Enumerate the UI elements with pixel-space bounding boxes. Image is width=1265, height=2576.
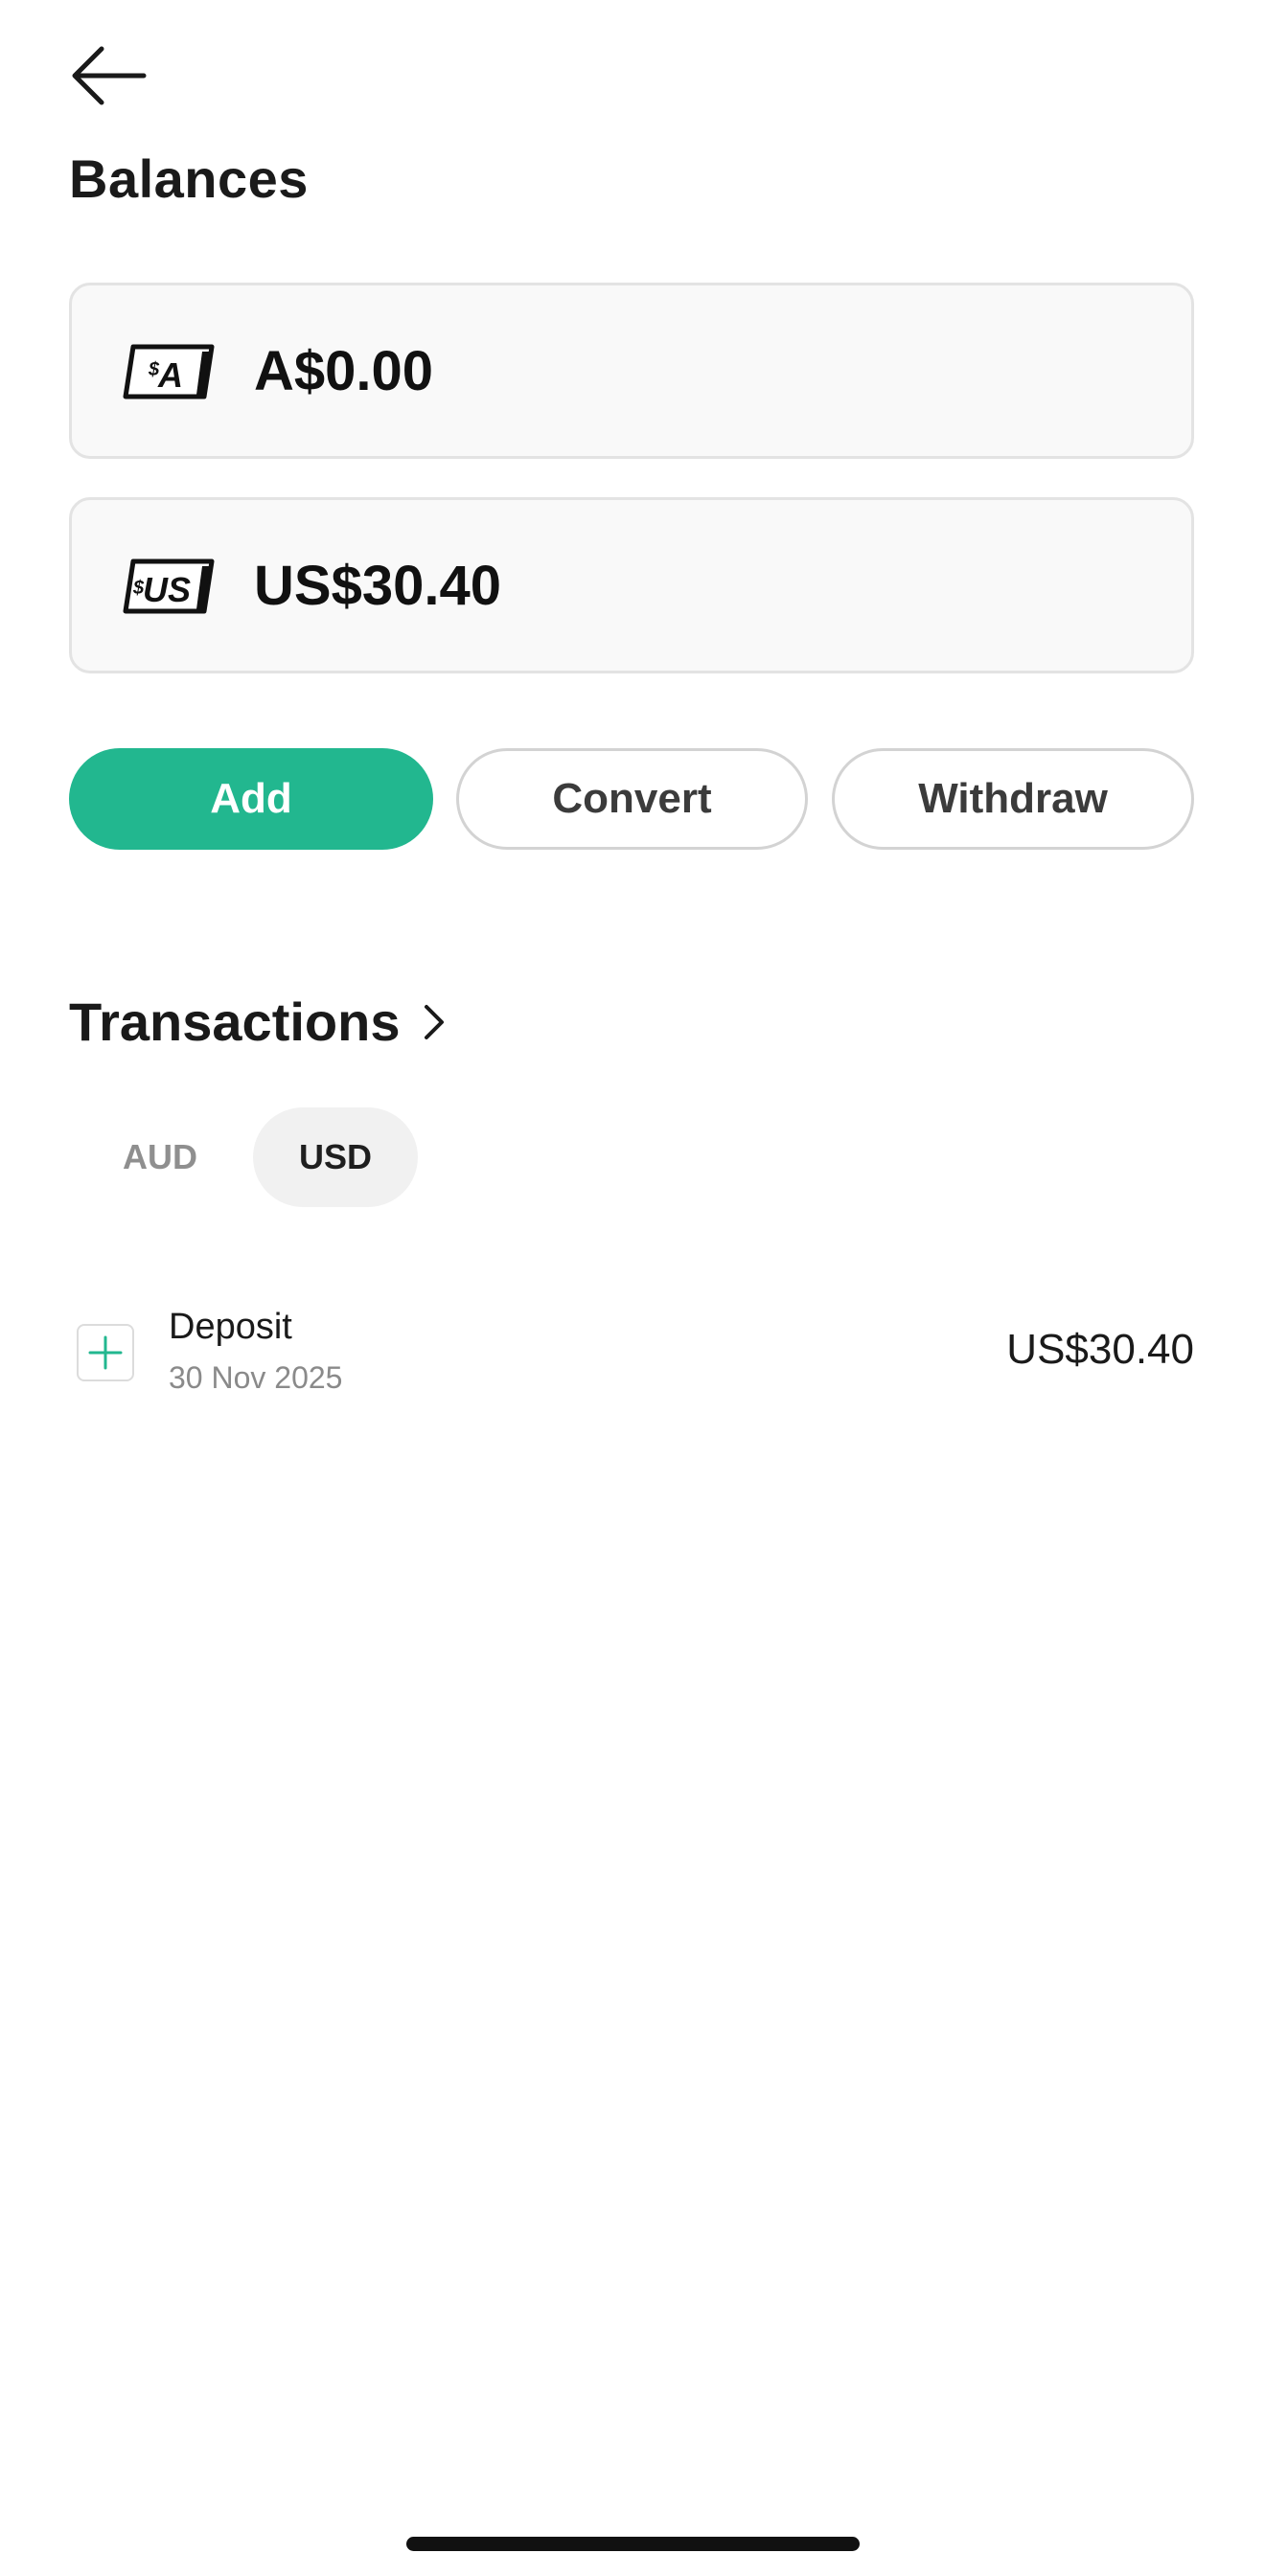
balance-amount-aud: A$0.00	[254, 339, 434, 402]
svg-text:US: US	[143, 570, 191, 609]
aud-cash-icon: $ A	[123, 344, 215, 399]
convert-button[interactable]: Convert	[456, 748, 808, 850]
usd-cash-icon: $ US	[123, 559, 215, 614]
arrow-left-icon	[72, 46, 147, 105]
page-title: Balances	[69, 148, 309, 209]
transactions-title: Transactions	[69, 992, 401, 1052]
tab-aud[interactable]: AUD	[90, 1107, 230, 1207]
home-indicator	[406, 2537, 860, 2551]
withdraw-button[interactable]: Withdraw	[832, 748, 1194, 850]
add-button[interactable]: Add	[69, 748, 433, 850]
back-button[interactable]	[69, 42, 148, 109]
balance-card-aud[interactable]: $ A A$0.00	[69, 283, 1194, 459]
balance-amount-usd: US$30.40	[254, 554, 501, 617]
balance-card-usd[interactable]: $ US US$30.40	[69, 497, 1194, 673]
transactions-link[interactable]: Transactions	[69, 991, 448, 1053]
transaction-label: Deposit	[169, 1307, 292, 1347]
transaction-date: 30 Nov 2025	[169, 1360, 343, 1395]
transaction-row[interactable]: Deposit 30 Nov 2025 US$30.40	[69, 1293, 1194, 1414]
plus-icon	[77, 1324, 134, 1381]
transaction-amount: US$30.40	[1006, 1326, 1194, 1373]
tab-usd[interactable]: USD	[253, 1107, 418, 1207]
svg-text:A: A	[157, 355, 183, 395]
chevron-right-icon	[425, 1004, 445, 1039]
